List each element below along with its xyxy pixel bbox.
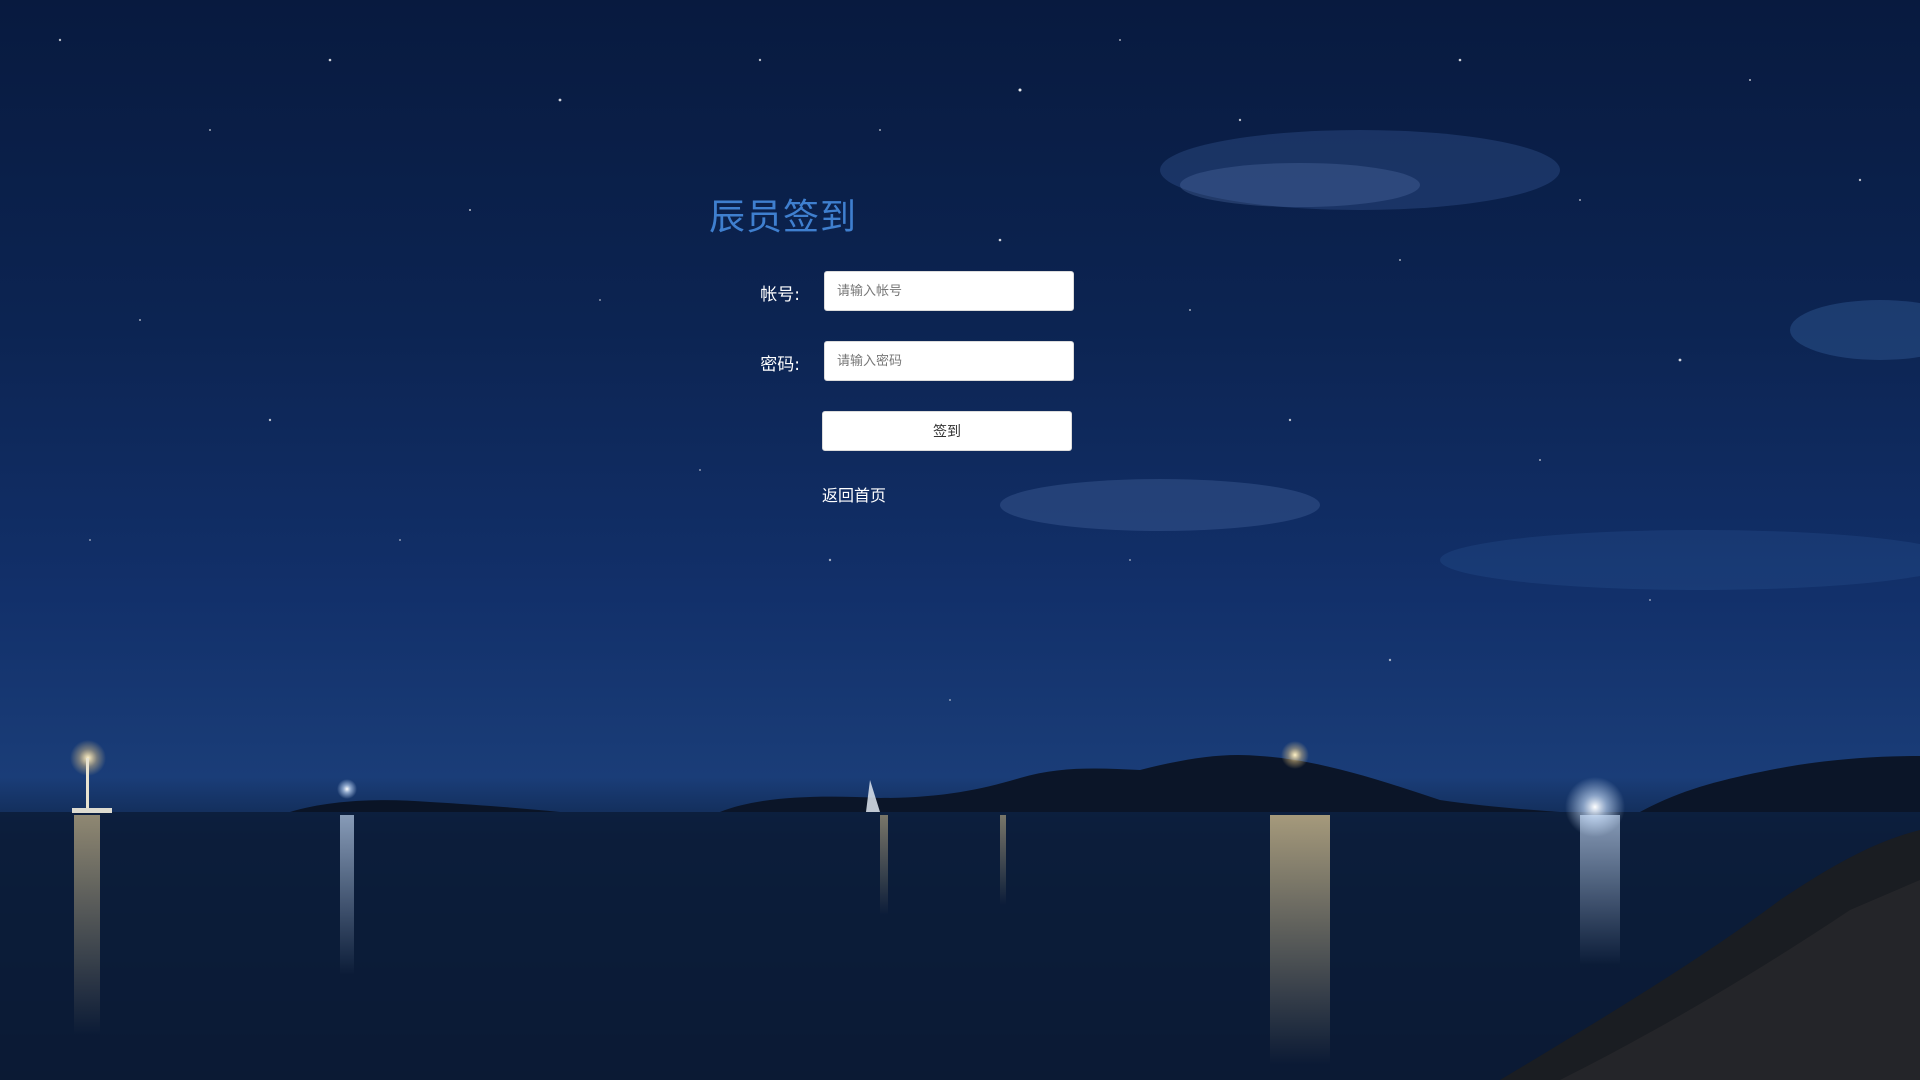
sign-in-button[interactable]: 签到	[822, 411, 1072, 451]
account-label: 帐号:	[760, 285, 800, 305]
password-label: 密码:	[760, 355, 800, 375]
password-input[interactable]	[824, 341, 1074, 381]
account-input[interactable]	[824, 271, 1074, 311]
back-to-home-link[interactable]: 返回首页	[822, 482, 886, 506]
password-row: 密码:	[760, 341, 1080, 381]
background-scene	[0, 38, 1920, 1080]
night-sea-background	[0, 0, 1920, 1080]
account-row: 帐号:	[760, 271, 1080, 311]
page-title: 辰员签到	[709, 197, 858, 238]
